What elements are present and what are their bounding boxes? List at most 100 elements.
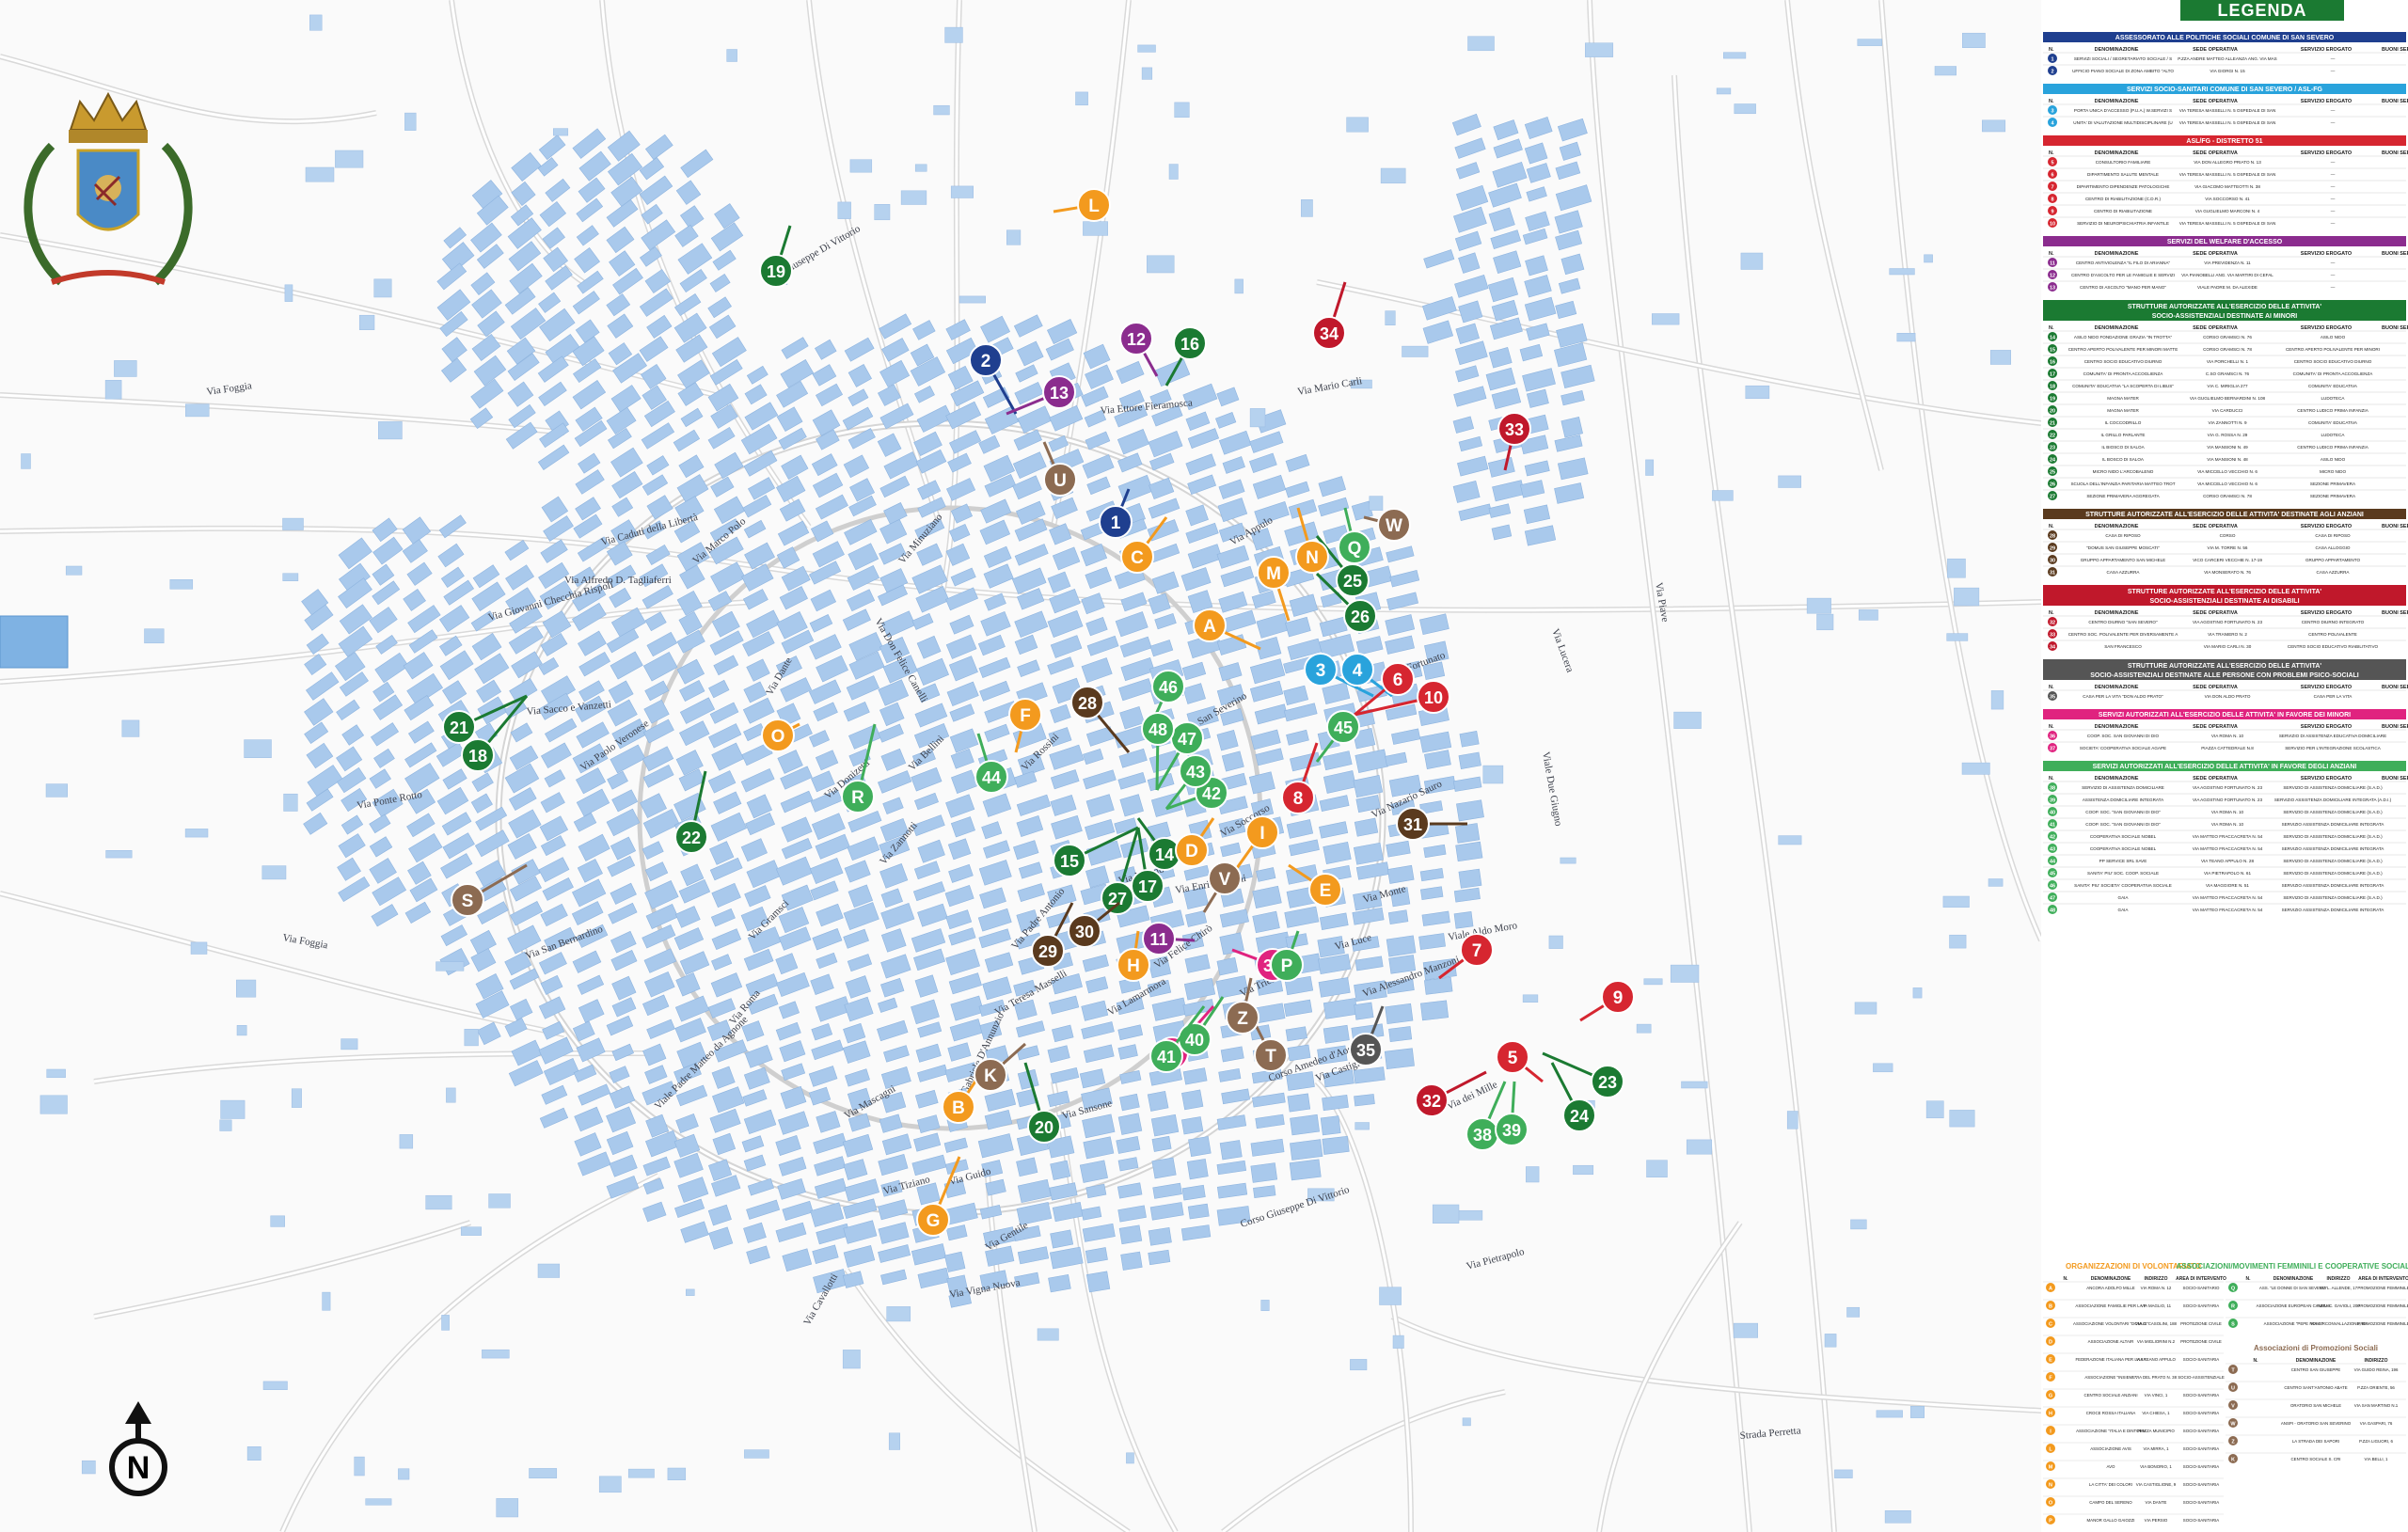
svg-text:7: 7 <box>2051 185 2053 191</box>
svg-text:LUDOTECA: LUDOTECA <box>2321 396 2345 401</box>
svg-text:IL COCCODRILLO: IL COCCODRILLO <box>2105 420 2142 425</box>
svg-text:—: — <box>2331 69 2336 73</box>
svg-text:CORSO GRAMSCI N. 76: CORSO GRAMSCI N. 76 <box>2203 335 2252 340</box>
svg-text:VIA AGOSTINO FORTUNATO N. 23: VIA AGOSTINO FORTUNATO N. 23 <box>2193 798 2262 802</box>
svg-text:SOCIO-SANITARIA: SOCIO-SANITARIA <box>2183 1500 2220 1505</box>
svg-text:VIA CASTIGLIONE, 9: VIA CASTIGLIONE, 9 <box>2136 1482 2177 1487</box>
svg-text:SOCIO-SANITARIA: SOCIO-SANITARIA <box>2183 1303 2220 1308</box>
svg-text:DENOMINAZIONE: DENOMINAZIONE <box>2095 99 2139 104</box>
svg-text:ASSOCIAZIONE "INSIEME": ASSOCIAZIONE "INSIEME" <box>2084 1375 2137 1380</box>
svg-text:CENTRO POLIVALENTE: CENTRO POLIVALENTE <box>2308 632 2357 637</box>
svg-text:COOPERATIVA SOCIALE NOBEL: COOPERATIVA SOCIALE NOBEL <box>2090 834 2157 839</box>
svg-text:SERVIZIO ASSISTENZA DOMICILIAR: SERVIZIO ASSISTENZA DOMICILIARE INTEGRAT… <box>2282 822 2385 827</box>
svg-text:—: — <box>2331 197 2336 201</box>
svg-text:IL GRILLO PARLANTE: IL GRILLO PARLANTE <box>2101 433 2146 437</box>
svg-text:1: 1 <box>2051 57 2053 63</box>
svg-text:19: 19 <box>2050 397 2055 403</box>
svg-text:CENTRO SOCIO EDUCATIVO DIURNO: CENTRO SOCIO EDUCATIVO DIURNO <box>2294 359 2372 364</box>
svg-text:SEDE OPERATIVA: SEDE OPERATIVA <box>2193 99 2238 104</box>
svg-text:VIA BELLI, 1: VIA BELLI, 1 <box>2365 1457 2388 1461</box>
marker-label: 3 <box>1316 661 1326 681</box>
svg-text:26: 26 <box>2050 482 2055 488</box>
svg-text:DENOMINAZIONE: DENOMINAZIONE <box>2296 1358 2337 1364</box>
svg-text:VIA PORCHELLI N. 1: VIA PORCHELLI N. 1 <box>2207 359 2249 364</box>
svg-text:VIA GUGLIELMO MARCONI N. 4: VIA GUGLIELMO MARCONI N. 4 <box>2195 209 2260 213</box>
svg-text:ANSPI - ORATORIO SAN SEVERINO: ANSPI - ORATORIO SAN SEVERINO <box>2281 1421 2352 1426</box>
svg-text:VICO CARCERI VECCHIE N. 17-19: VICO CARCERI VECCHIE N. 17-19 <box>2193 558 2262 562</box>
marker-label: 20 <box>1035 1118 1054 1137</box>
svg-text:28: 28 <box>2050 534 2055 540</box>
svg-text:N.: N. <box>2049 776 2054 782</box>
svg-text:ASILO NIDO: ASILO NIDO <box>2321 335 2346 340</box>
marker-label: 12 <box>1127 330 1146 349</box>
svg-text:VIA C. MIRIGLIA 277: VIA C. MIRIGLIA 277 <box>2207 384 2248 388</box>
svg-text:BUONI SERVIZIO: BUONI SERVIZIO <box>2382 150 2408 156</box>
marker-label: 19 <box>767 262 785 281</box>
marker-label: 32 <box>1422 1092 1441 1111</box>
svg-text:ASSOCIAZIONE ALTAIR: ASSOCIAZIONE ALTAIR <box>2088 1339 2134 1344</box>
svg-text:N.: N. <box>2246 1276 2252 1282</box>
city-map[interactable]: Via FoggiaVia FoggiaCorso Giuseppe Di Vi… <box>0 0 2041 1532</box>
svg-text:—: — <box>2331 285 2336 290</box>
svg-text:MICRO NIDO L'ARCOBALENO: MICRO NIDO L'ARCOBALENO <box>2093 469 2154 474</box>
marker-label: 33 <box>1505 420 1524 439</box>
svg-text:8: 8 <box>2051 197 2053 203</box>
marker-label: 10 <box>1424 688 1443 707</box>
svg-text:SANITA' PIU' SOC. COOP. SOCIAL: SANITA' PIU' SOC. COOP. SOCIALE <box>2087 871 2159 876</box>
marker-label: 7 <box>1472 941 1482 961</box>
marker-label: 18 <box>468 747 487 766</box>
svg-text:6: 6 <box>2051 173 2053 179</box>
svg-text:CENTRO APERTO POLIVALENTE PER: CENTRO APERTO POLIVALENTE PER MINORI <box>2286 347 2380 352</box>
svg-text:VIA MATTEO FRACCACRETA N. 54: VIA MATTEO FRACCACRETA N. 54 <box>2193 895 2263 900</box>
svg-text:COOPERATIVA SOCIALE NOBEL: COOPERATIVA SOCIALE NOBEL <box>2090 846 2157 851</box>
svg-text:38: 38 <box>2050 786 2055 792</box>
svg-text:STRUTTURE AUTORIZZATE ALL'ESER: STRUTTURE AUTORIZZATE ALL'ESERCIZIO DELL… <box>2128 589 2322 595</box>
marker-label: 26 <box>1351 608 1370 626</box>
svg-text:E: E <box>2049 1358 2052 1364</box>
svg-text:VIA TERESA MASSELLI N. 5 OSPED: VIA TERESA MASSELLI N. 5 OSPEDALE DI SAN <box>2179 120 2276 125</box>
svg-text:CENTRO D'ASCOLTO PER LE FAMIGL: CENTRO D'ASCOLTO PER LE FAMIGLIE E SERVI… <box>2071 273 2175 277</box>
svg-text:CASA DI RIPOSO: CASA DI RIPOSO <box>2315 533 2351 538</box>
svg-text:SERVIZIO DI ASSISTENZA DOMICIL: SERVIZIO DI ASSISTENZA DOMICILIARE (S.A.… <box>2283 871 2383 876</box>
svg-text:SOCIO-SANITARIA: SOCIO-SANITARIA <box>2183 1411 2220 1415</box>
svg-text:SERVIZIO ASSISTENZA DOMICILIAR: SERVIZIO ASSISTENZA DOMICILIARE INTEGRAT… <box>2274 798 2392 802</box>
svg-text:VIA ROMA N. 12: VIA ROMA N. 12 <box>2141 1286 2172 1290</box>
svg-text:DENOMINAZIONE: DENOMINAZIONE <box>2091 1276 2131 1282</box>
svg-text:UFFICIO PIANO SOCIALE DI ZONA: UFFICIO PIANO SOCIALE DI ZONA AMBITO "AL… <box>2072 69 2174 73</box>
svg-text:VIA L. ALLENDE, 17: VIA L. ALLENDE, 17 <box>2320 1286 2358 1290</box>
marker-label: 46 <box>1159 678 1178 697</box>
svg-text:CASA PER LA VITA: CASA PER LA VITA <box>2314 694 2353 699</box>
svg-text:BUONI SERVIZIO: BUONI SERVIZIO <box>2382 524 2408 529</box>
svg-text:VIA MICCELLO VECCHIO N. 6: VIA MICCELLO VECCHIO N. 6 <box>2197 482 2258 486</box>
marker-label: 24 <box>1570 1107 1589 1126</box>
marker-label: 16 <box>1180 335 1199 354</box>
marker-label: 22 <box>682 829 701 847</box>
svg-text:ASSISTENZA DOMICILIARE INTEGRA: ASSISTENZA DOMICILIARE INTEGRATA <box>2083 798 2164 802</box>
marker-label: 29 <box>1038 942 1057 961</box>
svg-text:CASA AZZURRA: CASA AZZURRA <box>2107 570 2141 575</box>
marker-label: F <box>1020 706 1031 726</box>
svg-text:SERVIZIO ASSISTENZA DOMICILIAR: SERVIZIO ASSISTENZA DOMICILIARE INTEGRAT… <box>2282 908 2385 912</box>
svg-text:DENOMINAZIONE: DENOMINAZIONE <box>2095 776 2139 782</box>
svg-text:BUONI SERVIZIO: BUONI SERVIZIO <box>2382 610 2408 616</box>
svg-text:CORSO: CORSO <box>2220 533 2236 538</box>
svg-text:31: 31 <box>2050 571 2055 576</box>
svg-text:ASSOCIAZIONE FAMIGLIE PER LA P: ASSOCIAZIONE FAMIGLIE PER LA P <box>2075 1303 2146 1308</box>
marker-label: G <box>927 1211 941 1231</box>
svg-text:45: 45 <box>2050 872 2055 877</box>
svg-text:M: M <box>2049 1465 2053 1471</box>
svg-text:PORTA UNICA D'ACCESSO (P.U.A.): PORTA UNICA D'ACCESSO (P.U.A.) W.SERVIZI… <box>2074 108 2172 113</box>
svg-text:V: V <box>2231 1404 2235 1410</box>
svg-text:VIA TERESA MASSELLI N. 5 OSPED: VIA TERESA MASSELLI N. 5 OSPEDALE DI SAN <box>2179 172 2276 177</box>
svg-text:SOCIO-SANITARIA: SOCIO-SANITARIA <box>2183 1429 2220 1433</box>
svg-text:SERVIZIO DI ASSISTENZA DOMICIL: SERVIZIO DI ASSISTENZA DOMICILIARE (S.A.… <box>2283 859 2383 863</box>
svg-text:43: 43 <box>2050 847 2055 853</box>
marker-label: 4 <box>1353 661 1363 681</box>
svg-text:COMUNITA' EDUCATIVA: COMUNITA' EDUCATIVA <box>2308 384 2358 388</box>
svg-text:37: 37 <box>2050 747 2055 752</box>
marker-label: 30 <box>1075 923 1094 941</box>
svg-text:GRUPPO APPARTAMENTO SAN MICHEL: GRUPPO APPARTAMENTO SAN MICHELE <box>2081 558 2166 562</box>
svg-text:SERVIZI DEL WELFARE D'ACCESSO: SERVIZI DEL WELFARE D'ACCESSO <box>2167 239 2283 245</box>
svg-text:SOCIO-SANITARIA: SOCIO-SANITARIA <box>2183 1464 2220 1469</box>
svg-text:DENOMINAZIONE: DENOMINAZIONE <box>2095 685 2139 690</box>
